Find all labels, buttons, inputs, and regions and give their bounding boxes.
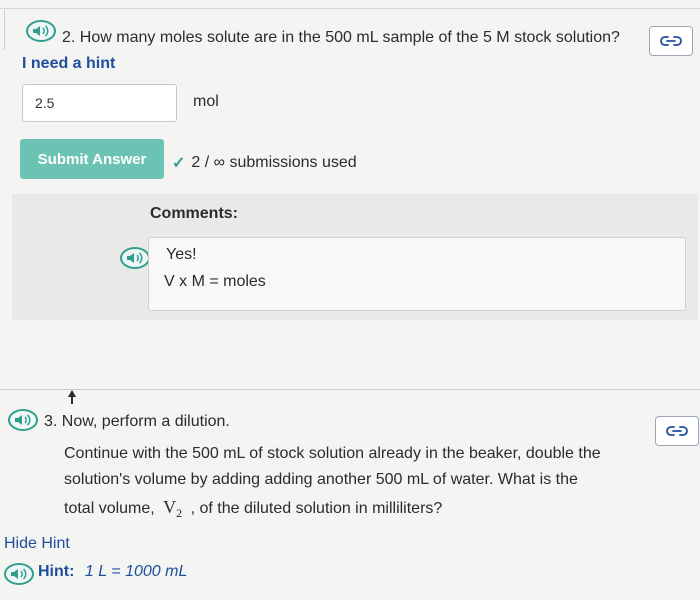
unit-label: mol [193, 93, 219, 110]
question-3-title: 3. Now, perform a dilution. [44, 413, 230, 430]
comment-line: Yes! [166, 246, 197, 263]
speaker-icon[interactable] [4, 563, 34, 585]
volume-variable: V [163, 497, 177, 517]
question-3-text-suffix: , of the diluted solution in milliliters… [190, 500, 443, 517]
hint-expression: 1 L = 1000 mL [84, 563, 188, 580]
checkmark-icon: ✓ [172, 155, 186, 172]
question-2-text: 2. How many moles solute are in the 500 … [62, 29, 620, 46]
cursor-icon [66, 389, 78, 410]
submissions-status: ✓ 2 / ∞ submissions used [172, 153, 357, 173]
submit-answer-button[interactable]: Submit Answer [20, 139, 164, 179]
left-edge [0, 10, 5, 50]
submissions-text: 2 / ∞ submissions used [191, 154, 357, 171]
comments-label: Comments: [150, 205, 239, 222]
speaker-icon[interactable] [8, 409, 38, 431]
question-3-text: total volume, V2 , of the diluted soluti… [64, 497, 442, 523]
page: 2. How many moles solute are in the 500 … [0, 0, 700, 600]
hint-text: Hint: 1 L = 1000 mL [38, 563, 187, 581]
hide-hint-link[interactable]: Hide Hint [4, 535, 70, 553]
comment-line: V x M = moles [164, 273, 266, 290]
question-3-text: Continue with the 500 mL of stock soluti… [64, 445, 601, 462]
link-icon[interactable] [655, 416, 699, 446]
link-icon[interactable] [649, 26, 693, 56]
need-hint-link[interactable]: I need a hint [22, 55, 115, 73]
speaker-icon[interactable] [120, 247, 150, 269]
question-3-text-prefix: total volume, [64, 500, 155, 517]
hint-prefix: Hint: [38, 563, 75, 580]
speaker-icon[interactable] [26, 20, 56, 42]
question-3-text: solution's volume by adding adding anoth… [64, 471, 578, 488]
answer-input[interactable]: 2.5 [22, 84, 177, 122]
volume-subscript: 2 [176, 506, 183, 521]
top-divider [0, 8, 700, 9]
section-divider [0, 389, 700, 390]
